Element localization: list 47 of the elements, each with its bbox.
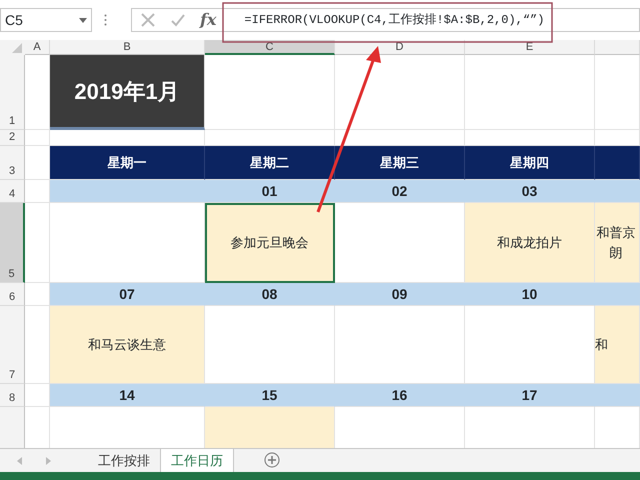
date-cell: 15 bbox=[205, 384, 335, 407]
calendar-title: 2019年1月 bbox=[50, 55, 205, 130]
date-cell: 03 bbox=[465, 180, 595, 203]
dropdown-caret-icon[interactable] bbox=[79, 18, 87, 22]
column-header[interactable]: E bbox=[465, 40, 595, 55]
row-header[interactable] bbox=[0, 407, 25, 449]
date-cell: 14 bbox=[50, 384, 205, 407]
row-header[interactable]: 4 bbox=[0, 180, 25, 203]
date-band bbox=[595, 384, 640, 407]
cancel-icon[interactable] bbox=[140, 12, 156, 28]
row-header[interactable]: 8 bbox=[0, 384, 25, 407]
name-box[interactable]: C5 bbox=[0, 8, 92, 32]
date-cell: 08 bbox=[205, 283, 335, 306]
column-header[interactable]: B bbox=[50, 40, 205, 55]
event-cell: 参加元旦晚会 bbox=[205, 203, 335, 283]
weekday-header: 星期四 bbox=[465, 146, 595, 180]
date-cell: 01 bbox=[205, 180, 335, 203]
drag-handle-icon[interactable] bbox=[104, 14, 107, 26]
event-cell: 和 bbox=[595, 306, 640, 384]
weekday-header: 星期二 bbox=[205, 146, 335, 180]
select-all-icon[interactable] bbox=[0, 40, 25, 55]
event-cell: 和普京朗 bbox=[595, 203, 640, 283]
date-cell: 17 bbox=[465, 384, 595, 407]
row-header[interactable]: 6 bbox=[0, 283, 25, 306]
weekday-header: 星期一 bbox=[50, 146, 205, 180]
row-header[interactable]: 7 bbox=[0, 306, 25, 384]
insert-function-button[interactable]: fx bbox=[200, 8, 216, 32]
date-cell: 07 bbox=[50, 283, 205, 306]
weekday-header: 星期三 bbox=[335, 146, 465, 180]
row-header[interactable]: 2 bbox=[0, 130, 25, 146]
row-header[interactable]: 1 bbox=[0, 55, 25, 130]
column-header[interactable]: D bbox=[335, 40, 465, 55]
column-header[interactable]: C bbox=[205, 40, 335, 55]
date-cell: 16 bbox=[335, 384, 465, 407]
event-cell: 和马云谈生意 bbox=[50, 306, 205, 384]
add-sheet-icon[interactable] bbox=[264, 452, 280, 468]
event-cell: 和成龙拍片 bbox=[465, 203, 595, 283]
check-icon[interactable] bbox=[170, 12, 186, 28]
header-band bbox=[595, 146, 640, 180]
date-cell: 10 bbox=[465, 283, 595, 306]
row-header[interactable]: 3 bbox=[0, 146, 25, 180]
date-band bbox=[595, 283, 640, 306]
date-cell: 09 bbox=[335, 283, 465, 306]
date-cell: 02 bbox=[335, 180, 465, 203]
row-header[interactable]: 5 bbox=[0, 203, 25, 283]
date-band bbox=[595, 180, 640, 203]
column-header[interactable]: A bbox=[25, 40, 50, 55]
